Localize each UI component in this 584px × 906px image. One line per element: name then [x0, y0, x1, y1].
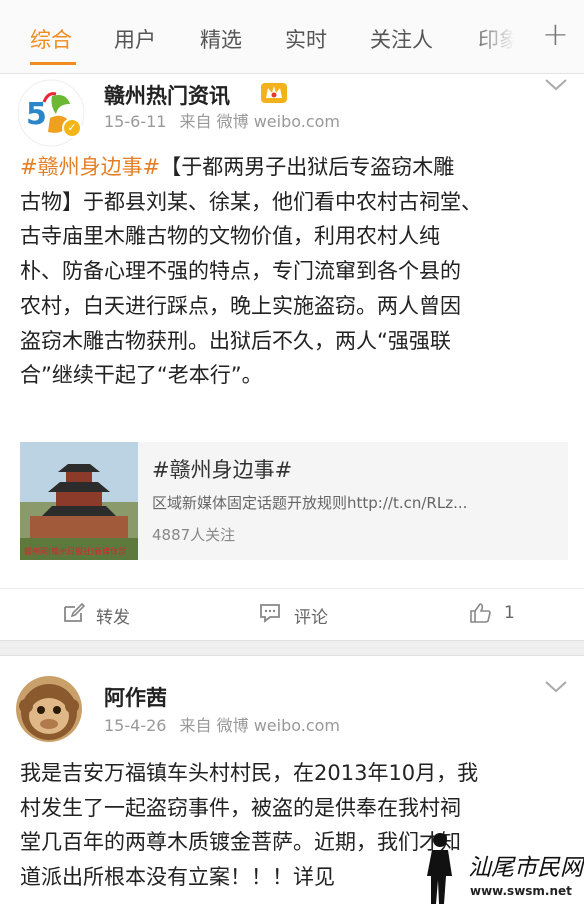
topic-thumbnail: 赣州网(赣州日报社)新媒体部 [20, 442, 138, 560]
post-body: #赣州身边事#【于都两男子出狱后专盗窃木雕 古物】于都县刘某、徐某，他们看中农村… [20, 150, 568, 393]
post-text-line: 村发生了一起盗窃事件，被盗的是供奉在我村祠 [20, 795, 461, 820]
post-action-bar: 转发 评论 1 [0, 588, 584, 640]
repost-button[interactable]: 转发 [96, 603, 130, 628]
weibo-post-card: 5 ✓ 赣州热门资讯 15-6-11 来自 微博 weibo.com #赣州身边… [0, 74, 584, 640]
post-source: 来自 微博 weibo.com [179, 716, 341, 735]
chevron-down-icon[interactable] [544, 78, 568, 92]
svg-text:5: 5 [26, 97, 47, 132]
comment-button[interactable]: 评论 [294, 603, 328, 628]
search-tab-bar: 综合 用户 精选 实时 关注人 印象 + [0, 0, 584, 74]
post-source: 来自 微博 weibo.com [179, 112, 341, 131]
avatar[interactable] [16, 676, 82, 742]
post-text-line: 朴、防备心理不强的特点，专门流窜到各个县的 [20, 259, 461, 284]
post-text-line: 盗窃木雕古物获刑。出狱后不久，两人“强强联 [20, 328, 451, 353]
post-author[interactable]: 阿作茜 [104, 682, 167, 712]
post-divider [0, 640, 584, 656]
repost-icon[interactable] [62, 601, 86, 625]
post-text-line: 古寺庙里木雕古物的文物价值，利用农村人纯 [20, 224, 440, 249]
like-count: 1 [504, 603, 515, 623]
thumbnail-caption: 赣州网(赣州日报社)新媒体部 [24, 547, 127, 556]
site-watermark: 汕尾市民网 www.swsm.net [418, 830, 584, 906]
topic-description: 区域新媒体固定话题开放规则http://t.cn/RLz... [152, 494, 468, 512]
post-author[interactable]: 赣州热门资讯 [104, 80, 230, 110]
post-date: 15-4-26 [104, 716, 167, 735]
watermark-figure-icon [427, 833, 452, 904]
tab-users[interactable]: 用户 [114, 24, 156, 54]
tab-following[interactable]: 关注人 [370, 24, 433, 54]
post-text-line: 古物】于都县刘某、徐某，他们看中农村古祠堂、 [20, 189, 482, 214]
tab-realtime[interactable]: 实时 [285, 24, 327, 54]
tab-featured[interactable]: 精选 [200, 24, 242, 54]
topic-title: #赣州身边事# [152, 458, 293, 482]
crown-badge-icon [261, 83, 287, 103]
topic-share-card[interactable]: 赣州网(赣州日报社)新媒体部 #赣州身边事# 区域新媒体固定话题开放规则http… [20, 442, 568, 560]
hashtag-link[interactable]: #赣州身边事# [20, 155, 160, 179]
post-text-line: 【于都两男子出狱后专盗窃木雕 [160, 155, 455, 179]
watermark-url: www.swsm.net [470, 884, 572, 898]
verified-badge-icon: ✓ [62, 118, 82, 138]
tab-comprehensive[interactable]: 综合 [30, 24, 72, 54]
post-text-line: 农村，白天进行踩点，晚上实施盗窃。两人曾因 [20, 293, 461, 318]
like-icon[interactable] [468, 601, 492, 625]
active-tab-indicator [30, 62, 76, 65]
avatar[interactable]: 5 [16, 78, 86, 148]
post-text-line: 我是吉安万福镇车头村村民，在2013年10月，我 [20, 761, 479, 785]
comment-icon[interactable] [258, 601, 282, 625]
tab-overflow-fade [470, 14, 534, 58]
chevron-down-icon[interactable] [544, 680, 568, 694]
add-tab-icon[interactable]: + [542, 14, 569, 54]
post-text-line: 合”继续干起了“老本行”。 [20, 363, 263, 388]
topic-follower-count: 4887人关注 [152, 526, 236, 544]
post-date: 15-6-11 [104, 112, 167, 131]
watermark-name: 汕尾市民网 [468, 855, 583, 881]
